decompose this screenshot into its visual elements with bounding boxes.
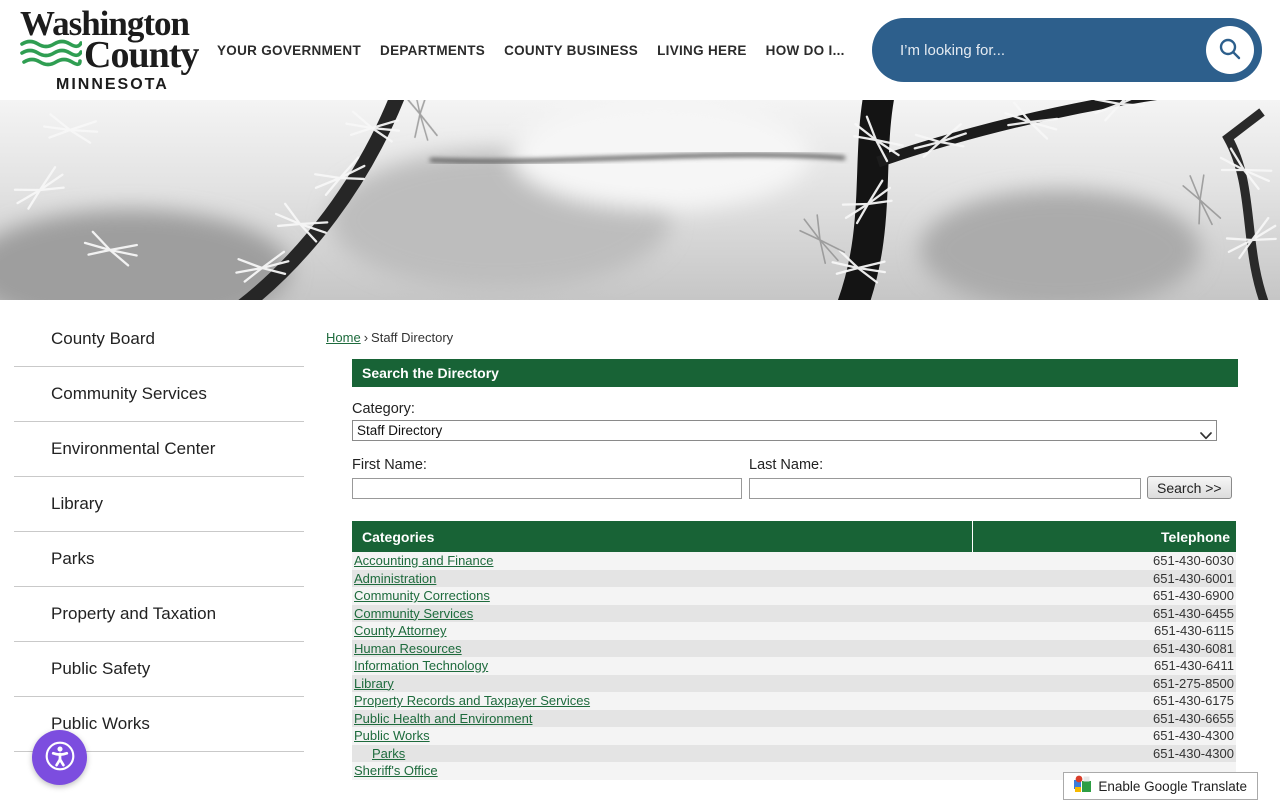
category-link[interactable]: Property Records and Taxpayer Services [354,693,590,708]
page: Washington County MINNESOTA YOUR GOVERNM… [0,0,1280,800]
main-column: Home › Staff Directory Search the Director… [326,300,1238,780]
category-link[interactable]: Administration [354,571,436,586]
category-link[interactable]: Community Corrections [354,588,490,603]
table-row: Administration 651-430-6001 [352,569,1236,587]
county-logo[interactable]: Washington County MINNESOTA [20,6,200,96]
category-link[interactable]: Community Services [354,606,473,621]
search-directory-panel: Search the Directory Category: Staff Dir… [352,359,1238,780]
google-translate-icon [1074,775,1092,797]
hero-banner-image [0,100,1280,300]
category-select-wrap: Staff Directory [352,420,1217,441]
sidebar-item-community-services[interactable]: Community Services [14,367,304,422]
table-header-row: Categories Telephone [352,521,1236,552]
breadcrumb-home-link[interactable]: Home [326,330,361,345]
telephone-value: 651-430-6175 [1153,693,1234,708]
category-link[interactable]: Public Works [354,728,430,743]
sidebar-nav: County Board Community Services Environm… [14,300,304,752]
telephone-value: 651-430-4300 [1153,745,1234,761]
category-link[interactable]: Public Health and Environment [354,711,533,726]
sidebar-item-public-safety[interactable]: Public Safety [14,642,304,697]
category-link[interactable]: Sheriff's Office [354,763,438,778]
site-search-button[interactable] [1206,26,1254,74]
telephone-value: 651-430-6081 [1153,640,1234,656]
enable-google-translate-button[interactable]: Enable Google Translate [1063,772,1258,800]
sidebar-item-parks[interactable]: Parks [14,532,304,587]
table-row: Public Works 651-430-4300 [352,727,1236,745]
telephone-value: 651-430-6411 [1154,658,1234,673]
telephone-value: 651-430-6001 [1153,570,1234,586]
table-row: Human Resources 651-430-6081 [352,639,1236,657]
first-name-input[interactable] [352,478,742,499]
table-row: Community Services 651-430-6455 [352,604,1236,622]
accessibility-widget-button[interactable] [32,730,87,785]
breadcrumb-separator: › [363,330,369,345]
first-name-label: First Name: [352,457,427,473]
table-row: County Attorney 651-430-6115 [352,622,1236,640]
main-nav: YOUR GOVERNMENT DEPARTMENTS COUNTY BUSIN… [217,0,845,100]
content-area: County Board Community Services Environm… [0,300,1280,780]
sidebar-item-property-and-taxation[interactable]: Property and Taxation [14,587,304,642]
category-link[interactable]: Library [354,676,394,691]
nav-departments[interactable]: DEPARTMENTS [380,43,485,58]
directory-search-button[interactable]: Search >> [1147,476,1232,499]
category-select[interactable]: Staff Directory [352,420,1217,441]
category-link-parks-sub[interactable]: Parks [372,746,405,761]
table-row: Public Health and Environment 651-430-66… [352,709,1236,727]
nav-county-business[interactable]: COUNTY BUSINESS [504,43,638,58]
logo-waves-icon [20,39,83,72]
telephone-value: 651-275-8500 [1153,675,1234,691]
last-name-label: Last Name: [749,457,824,473]
site-search-input[interactable] [900,41,1180,59]
table-row: Information Technology 651-430-6411 [352,657,1236,675]
telephone-column-header: Telephone [971,521,1236,552]
telephone-value: 651-430-6655 [1153,710,1234,726]
breadcrumb-current: Staff Directory [371,330,454,345]
category-label: Category: [352,401,415,417]
category-link[interactable]: Human Resources [354,641,462,656]
sidebar-item-environmental-center[interactable]: Environmental Center [14,422,304,477]
search-icon [1217,36,1243,65]
breadcrumb: Home › Staff Directory [326,330,1238,345]
site-header: Washington County MINNESOTA YOUR GOVERNM… [0,0,1280,100]
table-row: Parks 651-430-4300 [352,744,1236,762]
category-link[interactable]: Accounting and Finance [354,553,493,568]
table-row: Library 651-275-8500 [352,674,1236,692]
directory-table: Categories Telephone Accounting and Fina… [352,521,1236,780]
last-name-input[interactable] [749,478,1141,499]
accessibility-person-icon [43,739,77,776]
nav-how-do-i[interactable]: HOW DO I... [766,43,845,58]
logo-text-minnesota: MINNESOTA [56,76,169,93]
telephone-value: 651-430-4300 [1153,728,1234,743]
category-link[interactable]: Information Technology [354,658,488,673]
table-row: Accounting and Finance 651-430-6030 [352,552,1236,570]
sidebar-item-library[interactable]: Library [14,477,304,532]
nav-your-government[interactable]: YOUR GOVERNMENT [217,43,361,58]
sidebar-item-county-board[interactable]: County Board [14,312,304,367]
nav-living-here[interactable]: LIVING HERE [657,43,747,58]
telephone-value: 651-430-6455 [1153,605,1234,621]
table-row: Property Records and Taxpayer Services 6… [352,692,1236,710]
site-search [872,18,1262,82]
translate-label: Enable Google Translate [1098,778,1247,794]
panel-title: Search the Directory [352,359,1238,387]
category-link[interactable]: County Attorney [354,623,447,638]
name-search-row: First Name: Last Name: Search >> [352,457,1238,499]
table-row: Community Corrections 651-430-6900 [352,587,1236,605]
categories-column-header: Categories [352,521,972,552]
telephone-value: 651-430-6900 [1153,588,1234,603]
telephone-value: 651-430-6115 [1154,623,1234,638]
telephone-value: 651-430-6030 [1153,553,1234,568]
logo-text-county: County [84,34,199,76]
